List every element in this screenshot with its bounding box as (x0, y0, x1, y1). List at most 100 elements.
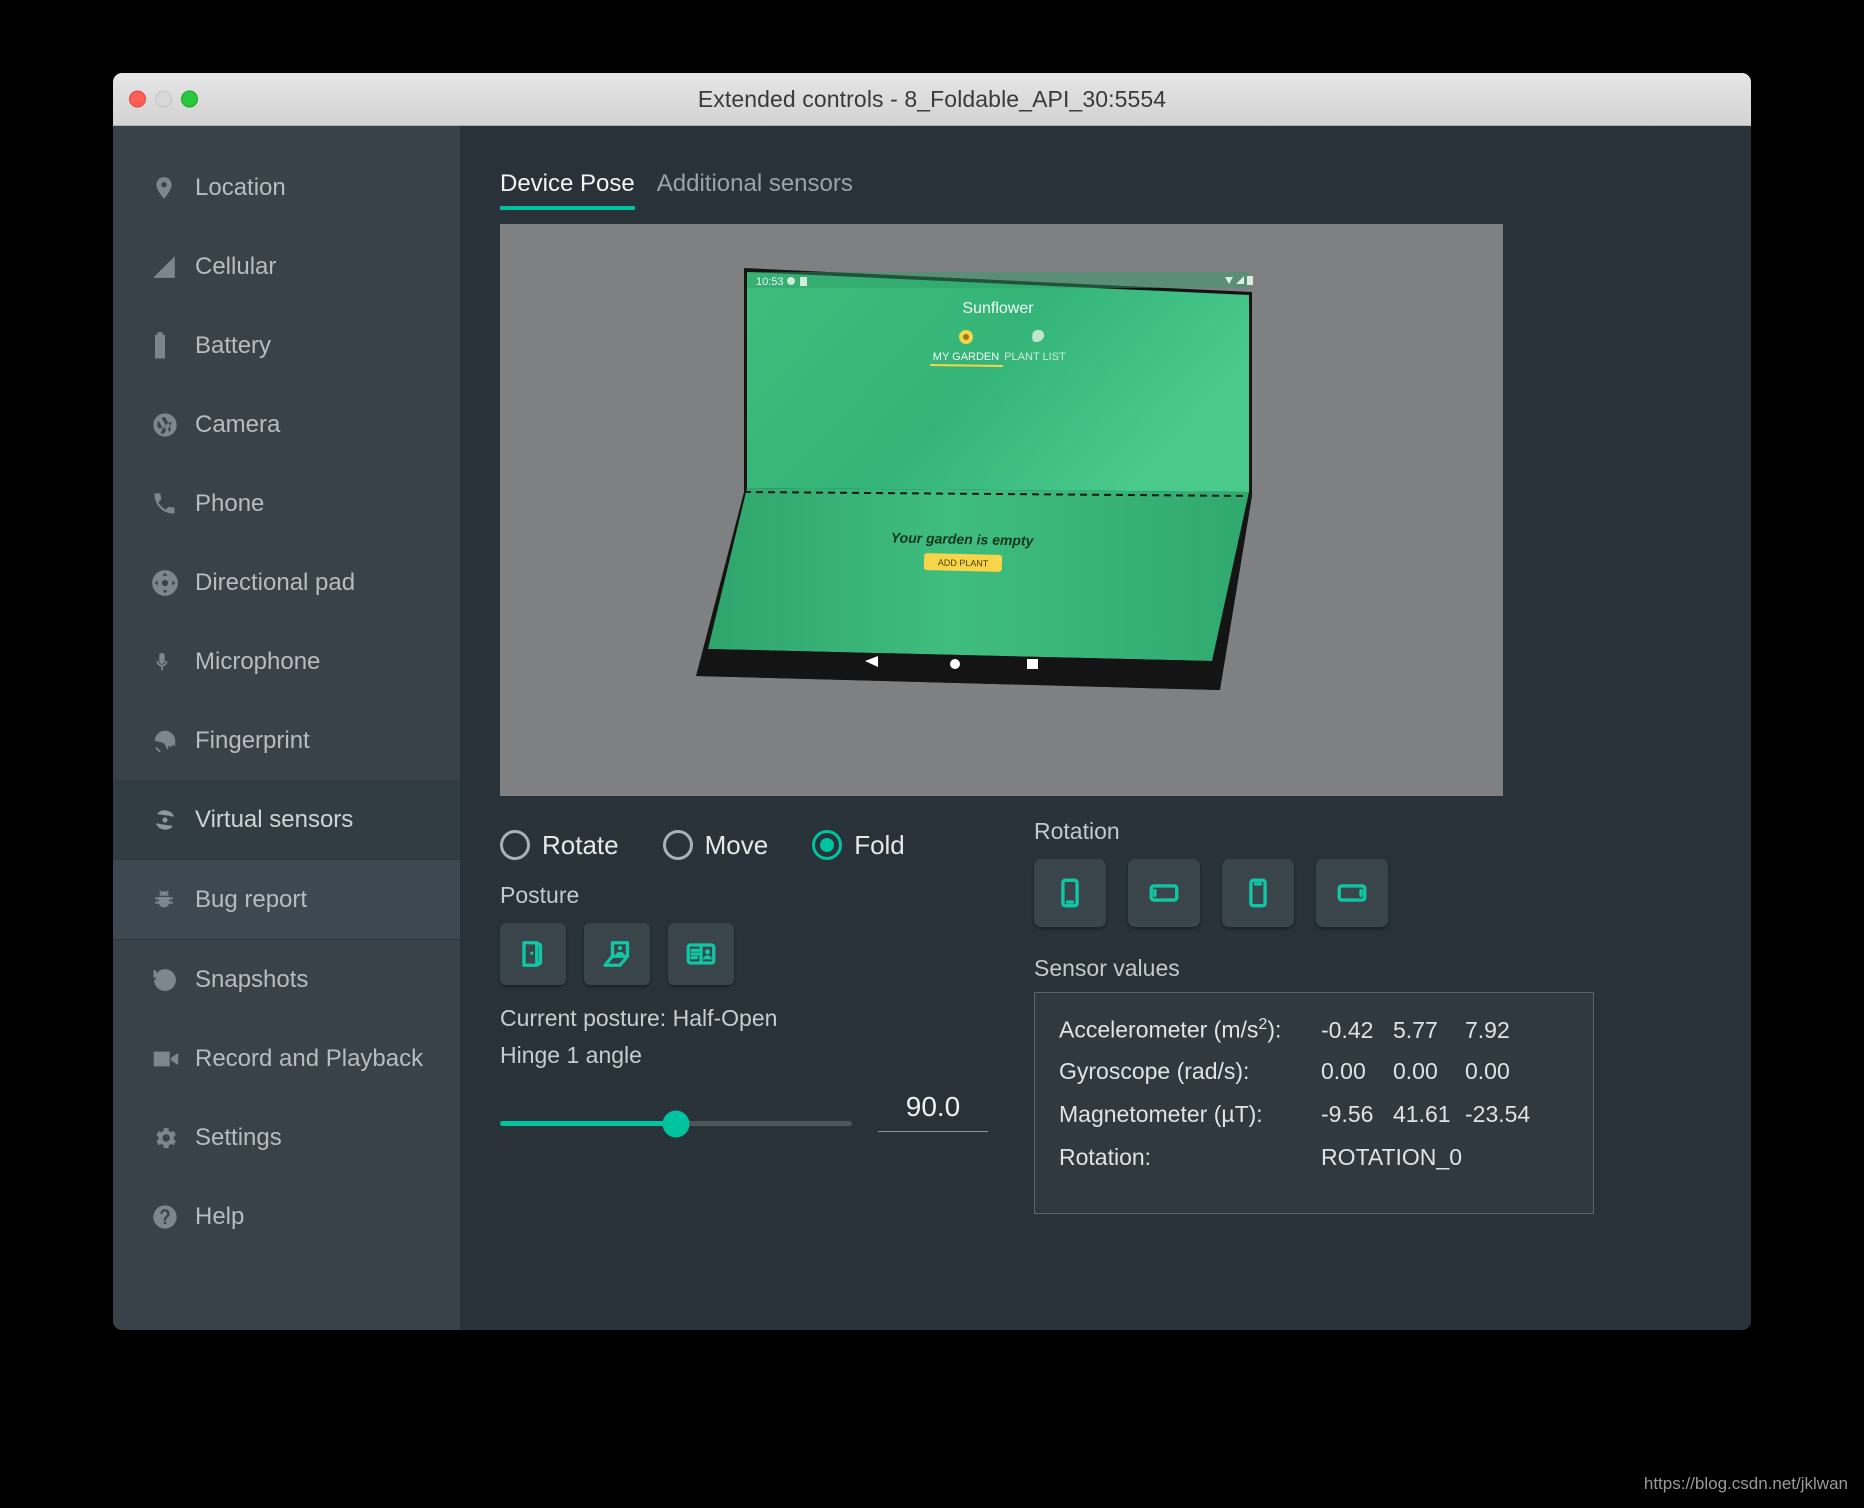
radio-circle (662, 830, 693, 860)
sensor-value-y: 0.00 (1393, 1058, 1438, 1084)
sidebar-item-label: Camera (195, 410, 281, 438)
tab-bar: Device Pose Additional sensors (484, 152, 1715, 210)
sidebar-item-cellular[interactable]: Cellular (113, 227, 460, 306)
phone-handset-icon (151, 490, 195, 517)
sidebar-item-snapshots[interactable]: Snapshots (113, 940, 460, 1019)
sidebar-item-label: Virtual sensors (195, 805, 354, 833)
location-pin-icon (151, 173, 195, 203)
sensor-name: Magnetometer (µT): (1059, 1101, 1263, 1127)
rotation-landscape-icon[interactable] (1128, 859, 1200, 927)
radio-label: Fold (854, 829, 905, 860)
sensor-row-gyroscope: Gyroscope (rad/s): 0.00 0.00 0.00 (1059, 1058, 1569, 1101)
sidebar-item-label: Fingerprint (195, 726, 310, 754)
radio-fold[interactable]: Fold (812, 830, 905, 861)
window-traffic-lights (129, 90, 198, 108)
sensor-values: 0.00 0.00 0.00 (1321, 1058, 1537, 1085)
radio-move[interactable]: Move (662, 829, 769, 861)
sidebar-item-record-and-playback[interactable]: Record and Playback (113, 1019, 460, 1098)
posture-open-icon[interactable] (668, 923, 734, 985)
sensor-value-y: 41.61 (1393, 1101, 1451, 1127)
sidebar-item-settings[interactable]: Settings (113, 1098, 460, 1177)
radio-circle (812, 830, 843, 860)
watermark: https://blog.csdn.net/jklwan (1643, 1474, 1848, 1493)
sidebar-item-microphone[interactable]: Microphone (113, 622, 460, 701)
svg-text:ADD PLANT: ADD PLANT (938, 557, 989, 568)
sensor-value-y: 5.77 (1393, 1016, 1438, 1043)
sensor-name: Rotation: (1059, 1144, 1152, 1170)
sensor-value-x: -0.42 (1321, 1016, 1374, 1043)
close-button[interactable] (129, 90, 146, 108)
sensor-value-z: -23.54 (1465, 1101, 1531, 1127)
sidebar-item-location[interactable]: Location (113, 148, 460, 227)
gear-icon (151, 1124, 195, 1152)
sensor-row-accelerometer: Accelerometer (m/s2): -0.42 5.77 7.92 (1059, 1015, 1569, 1058)
current-posture-value: Half-Open (672, 1005, 778, 1031)
sidebar-item-phone[interactable]: Phone (113, 464, 460, 543)
slider-thumb[interactable] (662, 1110, 690, 1137)
sensor-values: ROTATION_0 (1321, 1144, 1462, 1171)
hinge-angle-field[interactable]: 90.0 (878, 1091, 988, 1132)
main-panel: Device Pose Additional sensors 10:53 Sun… (460, 126, 1751, 1330)
sidebar-item-label: Snapshots (195, 965, 309, 993)
rotation-section-label: Rotation (1034, 818, 1120, 844)
battery-icon (151, 331, 195, 361)
sidebar-item-label: Record and Playback (195, 1044, 424, 1072)
sidebar-item-bug-report[interactable]: Bug report (113, 860, 460, 939)
posture-section-label: Posture (500, 882, 580, 908)
field-underline (878, 1131, 988, 1132)
tab-additional-sensors[interactable]: Additional sensors (657, 170, 853, 210)
svg-text:PLANT LIST: PLANT LIST (1004, 351, 1066, 363)
pose-mode-radio-group: Rotate Move Fold (500, 818, 1012, 872)
sidebar-item-label: Settings (195, 1123, 282, 1151)
foldable-device-3d: 10:53 Sunflower MY GARDEN PLANT LIST You… (696, 268, 1253, 690)
zoom-button[interactable] (181, 90, 198, 108)
video-camera-icon (151, 1048, 195, 1070)
sidebar-item-directional-pad[interactable]: Directional pad (113, 543, 460, 622)
sensor-values: -9.56 41.61 -23.54 (1321, 1101, 1537, 1128)
sensor-values-label: Sensor values (1034, 955, 1180, 981)
pose-controls: Rotate Move Fold Posture Current posture… (500, 818, 1715, 1214)
slider-track (500, 1110, 852, 1137)
microphone-icon (151, 647, 195, 677)
window-title: Extended controls - 8_Foldable_API_30:55… (697, 85, 1167, 112)
radio-circle (500, 830, 530, 860)
rotation-landscape-reverse-icon[interactable] (1316, 859, 1388, 927)
sensor-value-z: 7.92 (1465, 1016, 1510, 1043)
svg-text:Sunflower: Sunflower (962, 300, 1034, 317)
sensor-unit-exponent: 2 (1258, 1015, 1268, 1033)
posture-half-open-icon[interactable] (584, 923, 650, 985)
sensor-row-magnetometer: Magnetometer (µT): -9.56 41.61 -23.54 (1059, 1101, 1569, 1144)
sidebar-item-virtual-sensors[interactable]: Virtual sensors (113, 780, 460, 859)
sensor-value-x: -9.56 (1321, 1101, 1374, 1127)
device-pose-viewport[interactable]: 10:53 Sunflower MY GARDEN PLANT LIST You… (500, 224, 1503, 796)
sensor-value-z: 0.00 (1465, 1058, 1510, 1084)
radio-rotate[interactable]: Rotate (500, 830, 619, 861)
tab-device-pose[interactable]: Device Pose (500, 170, 635, 210)
sensor-name: Gyroscope (rad/s): (1059, 1058, 1250, 1084)
sidebar-item-battery[interactable]: Battery (113, 306, 460, 385)
svg-text:10:53: 10:53 (756, 276, 784, 288)
extended-controls-window: Extended controls - 8_Foldable_API_30:55… (113, 73, 1751, 1330)
camera-aperture-icon (151, 411, 195, 439)
minimize-button[interactable] (155, 90, 172, 108)
hinge-angle-value: 90.0 (905, 1091, 961, 1122)
sidebar-item-help[interactable]: Help (113, 1177, 460, 1256)
posture-closed-icon[interactable] (500, 923, 566, 985)
sidebar-item-camera[interactable]: Camera (113, 385, 460, 464)
rotation-button-group (1034, 859, 1715, 927)
hinge-angle-slider[interactable] (500, 1091, 852, 1137)
rotation-portrait-reverse-icon[interactable] (1222, 859, 1294, 927)
sidebar-item-label: Directional pad (195, 568, 356, 596)
rotation-portrait-icon[interactable] (1034, 859, 1106, 927)
window-body: Location Cellular Battery Camera Phone D… (113, 126, 1751, 1330)
sidebar-item-label: Location (195, 173, 286, 201)
sidebar-item-label: Help (195, 1202, 245, 1230)
sidebar-item-label: Phone (195, 489, 265, 517)
virtual-sensors-icon (151, 806, 195, 834)
sidebar-item-fingerprint[interactable]: Fingerprint (113, 701, 460, 780)
hinge-angle-row: 90.0 (500, 1091, 1012, 1137)
radio-label: Move (704, 829, 769, 860)
svg-text:MY GARDEN: MY GARDEN (933, 351, 999, 363)
current-posture-label: Current posture: (500, 1005, 667, 1031)
fold-controls-column: Rotate Move Fold Posture Current posture… (500, 818, 1012, 1214)
